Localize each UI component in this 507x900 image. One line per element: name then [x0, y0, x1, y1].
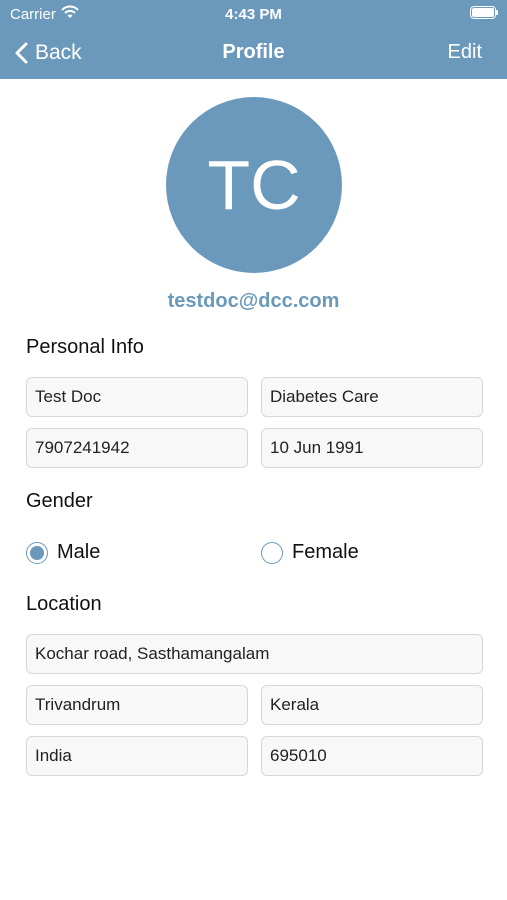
gender-label-male: Male — [57, 541, 101, 563]
radio-selected-icon — [26, 541, 48, 564]
header-bar: Carrier 4:43 PM Back Profile Edit — [0, 0, 507, 79]
page-title: Profile — [222, 41, 285, 63]
gender-radio-male[interactable]: Male — [26, 541, 100, 564]
country-field[interactable]: India — [26, 736, 248, 776]
status-bar: Carrier 4:43 PM — [0, 0, 507, 28]
edit-button[interactable]: Edit — [448, 41, 482, 64]
navigation-bar: Back Profile Edit — [0, 28, 507, 79]
battery-icon — [470, 6, 498, 19]
section-title-location: Location — [26, 593, 102, 615]
avatar: TC — [166, 97, 342, 273]
status-time: 4:43 PM — [225, 6, 282, 23]
name-field[interactable]: Test Doc — [26, 377, 248, 417]
city-field[interactable]: Trivandrum — [26, 685, 248, 725]
section-title-personal-info: Personal Info — [26, 336, 144, 358]
organization-field[interactable]: Diabetes Care — [261, 377, 483, 417]
section-title-gender: Gender — [26, 490, 93, 512]
dob-field[interactable]: 10 Jun 1991 — [261, 428, 483, 468]
profile-email: testdoc@dcc.com — [167, 290, 340, 312]
phone-field[interactable]: 7907241942 — [26, 428, 248, 468]
radio-unselected-icon — [261, 541, 283, 564]
gender-radio-female[interactable]: Female — [261, 541, 359, 564]
avatar-initials: TC — [207, 146, 301, 224]
pincode-field[interactable]: 695010 — [261, 736, 483, 776]
state-field[interactable]: Kerala — [261, 685, 483, 725]
address-field[interactable]: Kochar road, Sasthamangalam — [26, 634, 483, 674]
gender-label-female: Female — [292, 541, 359, 563]
